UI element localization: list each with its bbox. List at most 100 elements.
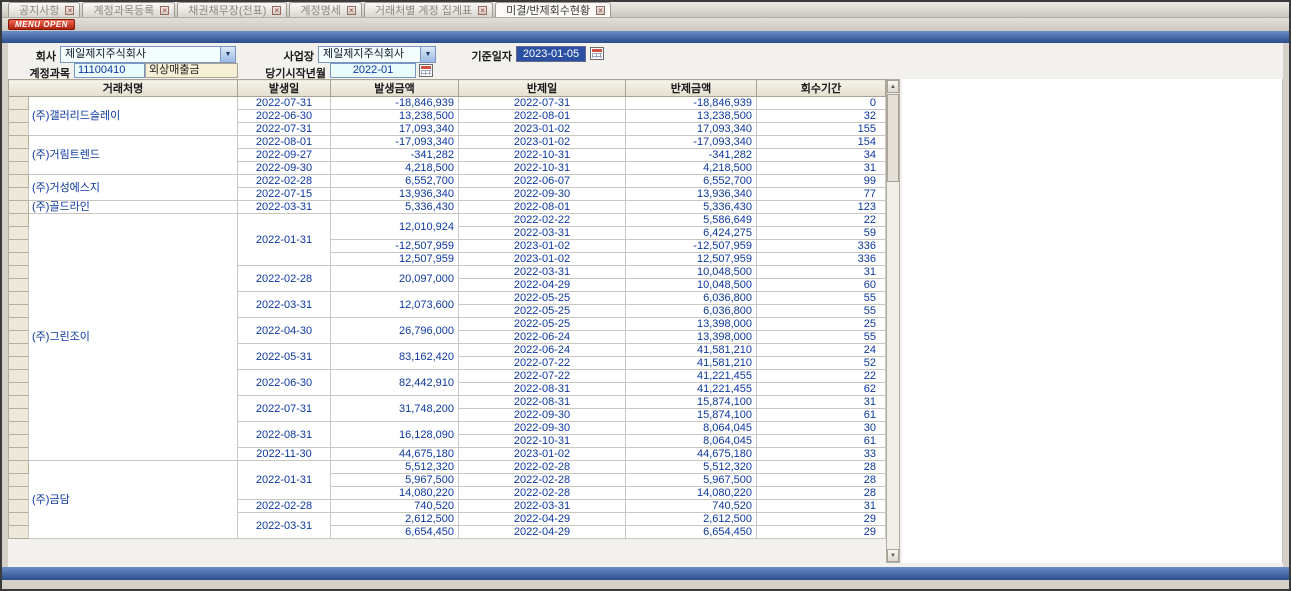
tab[interactable]: 공지사항× xyxy=(8,2,80,17)
row-indicator[interactable] xyxy=(9,266,29,279)
settle-date-cell[interactable]: 2023-01-02 xyxy=(459,448,626,461)
company-select[interactable]: 제일제지주식회사 ▼ xyxy=(60,46,236,63)
occur-amount-cell[interactable]: 16,128,090 xyxy=(331,422,459,448)
collection-days-cell[interactable]: 55 xyxy=(757,292,886,305)
collection-days-cell[interactable]: 34 xyxy=(757,149,886,162)
occur-amount-cell[interactable]: 4,218,500 xyxy=(331,162,459,175)
settle-amount-cell[interactable]: 13,238,500 xyxy=(626,110,757,123)
occur-date-cell[interactable]: 2022-07-31 xyxy=(238,123,331,136)
customer-name-cell[interactable]: (주)거성에스지 xyxy=(29,175,238,201)
occur-date-cell[interactable]: 2022-08-31 xyxy=(238,422,331,448)
settle-amount-cell[interactable]: 5,967,500 xyxy=(626,474,757,487)
tab[interactable]: 채권채무장(전표)× xyxy=(177,2,287,17)
row-indicator[interactable] xyxy=(9,188,29,201)
header-customer[interactable]: 거래처명 xyxy=(9,80,238,97)
occur-date-cell[interactable]: 2022-04-30 xyxy=(238,318,331,344)
occur-amount-cell[interactable]: 14,080,220 xyxy=(331,487,459,500)
settle-amount-cell[interactable]: 6,424,275 xyxy=(626,227,757,240)
scroll-up-icon[interactable]: ▲ xyxy=(887,80,899,93)
tab-close-icon[interactable]: × xyxy=(347,6,356,15)
occur-amount-cell[interactable]: 12,507,959 xyxy=(331,253,459,266)
collection-days-cell[interactable]: 31 xyxy=(757,500,886,513)
settle-date-cell[interactable]: 2022-10-31 xyxy=(459,149,626,162)
occur-amount-cell[interactable]: -18,846,939 xyxy=(331,97,459,110)
site-select[interactable]: 제일제지주식회사 ▼ xyxy=(318,46,436,63)
row-indicator[interactable] xyxy=(9,279,29,292)
customer-name-cell[interactable]: (주)골드라인 xyxy=(29,201,238,214)
occur-amount-cell[interactable]: 17,093,340 xyxy=(331,123,459,136)
settle-amount-cell[interactable]: 13,936,340 xyxy=(626,188,757,201)
row-indicator[interactable] xyxy=(9,357,29,370)
occur-amount-cell[interactable]: 82,442,910 xyxy=(331,370,459,396)
row-indicator[interactable] xyxy=(9,396,29,409)
occur-amount-cell[interactable]: 13,238,500 xyxy=(331,110,459,123)
header-settle-amount[interactable]: 반제금액 xyxy=(626,80,757,97)
collection-days-cell[interactable]: 0 xyxy=(757,97,886,110)
collection-days-cell[interactable]: 123 xyxy=(757,201,886,214)
settle-date-cell[interactable]: 2022-04-29 xyxy=(459,279,626,292)
row-indicator[interactable] xyxy=(9,214,29,227)
row-indicator[interactable] xyxy=(9,422,29,435)
settle-date-cell[interactable]: 2022-10-31 xyxy=(459,162,626,175)
settle-amount-cell[interactable]: 8,064,045 xyxy=(626,422,757,435)
header-occur-date[interactable]: 발생일 xyxy=(238,80,331,97)
occur-date-cell[interactable]: 2022-01-31 xyxy=(238,214,331,266)
settle-date-cell[interactable]: 2022-07-22 xyxy=(459,370,626,383)
settle-date-cell[interactable]: 2022-09-30 xyxy=(459,409,626,422)
occur-date-cell[interactable]: 2022-06-30 xyxy=(238,110,331,123)
row-indicator[interactable] xyxy=(9,175,29,188)
settle-date-cell[interactable]: 2022-04-29 xyxy=(459,513,626,526)
settle-amount-cell[interactable]: 6,036,800 xyxy=(626,305,757,318)
settle-date-cell[interactable]: 2022-08-01 xyxy=(459,110,626,123)
occur-amount-cell[interactable]: 6,552,700 xyxy=(331,175,459,188)
settle-date-cell[interactable]: 2022-07-31 xyxy=(459,97,626,110)
settle-date-cell[interactable]: 2023-01-02 xyxy=(459,240,626,253)
row-indicator[interactable] xyxy=(9,409,29,422)
row-indicator[interactable] xyxy=(9,344,29,357)
row-indicator[interactable] xyxy=(9,162,29,175)
occur-date-cell[interactable]: 2022-03-31 xyxy=(238,513,331,539)
settle-date-cell[interactable]: 2023-01-02 xyxy=(459,123,626,136)
occur-date-cell[interactable]: 2022-02-28 xyxy=(238,175,331,188)
settle-date-cell[interactable]: 2022-06-24 xyxy=(459,331,626,344)
settle-date-cell[interactable]: 2022-08-31 xyxy=(459,383,626,396)
occur-amount-cell[interactable]: 83,162,420 xyxy=(331,344,459,370)
settle-amount-cell[interactable]: 15,874,100 xyxy=(626,396,757,409)
row-indicator[interactable] xyxy=(9,331,29,344)
collection-days-cell[interactable]: 99 xyxy=(757,175,886,188)
settle-date-cell[interactable]: 2022-02-28 xyxy=(459,474,626,487)
settle-amount-cell[interactable]: -17,093,340 xyxy=(626,136,757,149)
settle-date-cell[interactable]: 2022-07-22 xyxy=(459,357,626,370)
occur-amount-cell[interactable]: 2,612,500 xyxy=(331,513,459,526)
collection-days-cell[interactable]: 336 xyxy=(757,240,886,253)
settle-amount-cell[interactable]: -341,282 xyxy=(626,149,757,162)
settle-amount-cell[interactable]: 5,586,649 xyxy=(626,214,757,227)
row-indicator[interactable] xyxy=(9,240,29,253)
settle-date-cell[interactable]: 2022-02-22 xyxy=(459,214,626,227)
settle-date-cell[interactable]: 2022-03-31 xyxy=(459,500,626,513)
collection-days-cell[interactable]: 32 xyxy=(757,110,886,123)
collection-days-cell[interactable]: 28 xyxy=(757,487,886,500)
tab-close-icon[interactable]: × xyxy=(160,6,169,15)
settle-amount-cell[interactable]: 14,080,220 xyxy=(626,487,757,500)
settle-date-cell[interactable]: 2022-08-01 xyxy=(459,201,626,214)
row-indicator[interactable] xyxy=(9,305,29,318)
occur-date-cell[interactable]: 2022-07-31 xyxy=(238,396,331,422)
tab-close-icon[interactable]: × xyxy=(65,6,74,15)
settle-date-cell[interactable]: 2022-06-24 xyxy=(459,344,626,357)
collection-days-cell[interactable]: 77 xyxy=(757,188,886,201)
settle-date-cell[interactable]: 2022-05-25 xyxy=(459,318,626,331)
calendar-icon[interactable] xyxy=(590,47,604,60)
collection-days-cell[interactable]: 55 xyxy=(757,331,886,344)
settle-amount-cell[interactable]: 15,874,100 xyxy=(626,409,757,422)
row-indicator[interactable] xyxy=(9,487,29,500)
settle-amount-cell[interactable]: 4,218,500 xyxy=(626,162,757,175)
row-indicator[interactable] xyxy=(9,201,29,214)
collection-days-cell[interactable]: 60 xyxy=(757,279,886,292)
occur-amount-cell[interactable]: 5,967,500 xyxy=(331,474,459,487)
settle-amount-cell[interactable]: 5,336,430 xyxy=(626,201,757,214)
occur-amount-cell[interactable]: 5,336,430 xyxy=(331,201,459,214)
occur-date-cell[interactable]: 2022-07-31 xyxy=(238,97,331,110)
row-indicator[interactable] xyxy=(9,383,29,396)
tab-close-icon[interactable]: × xyxy=(596,6,605,15)
